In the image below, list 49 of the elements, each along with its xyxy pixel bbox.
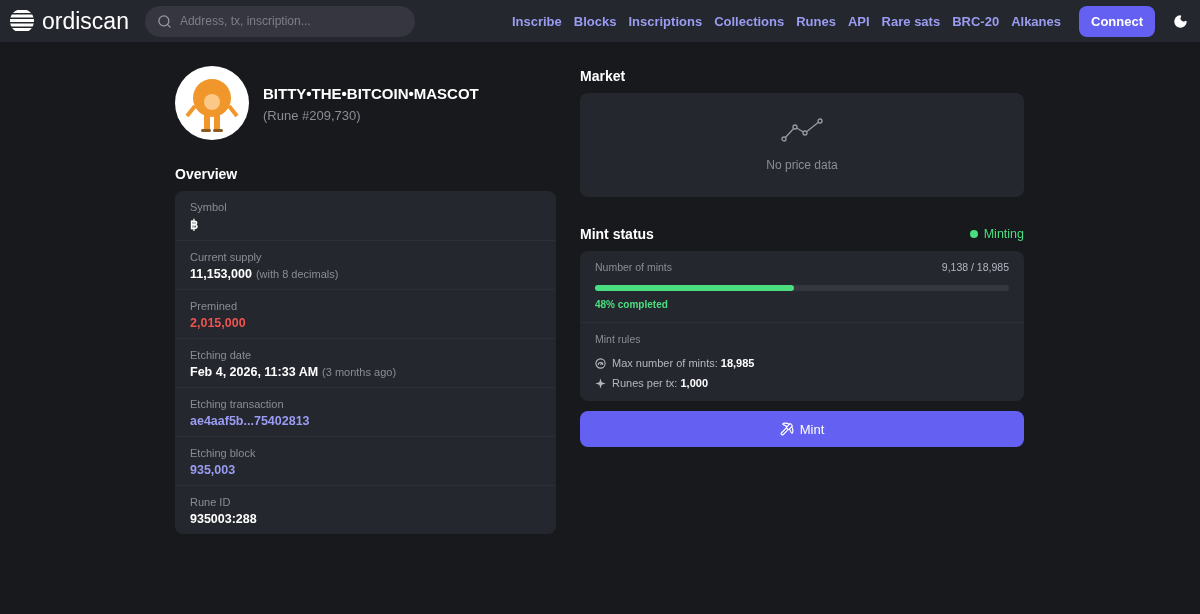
nav-link[interactable]: Collections: [714, 13, 785, 29]
field-value: 11,153,000: [190, 267, 252, 281]
field-note: (3 months ago): [322, 366, 397, 378]
empty-message: No price data: [766, 158, 838, 172]
field-label: Premined: [190, 300, 239, 312]
field-label: Etching date: [190, 349, 253, 361]
line-chart-icon: [781, 118, 823, 142]
field-value: 935003:288: [190, 512, 257, 526]
nav-link[interactable]: BRC-20: [952, 13, 1000, 29]
logo-icon: [10, 9, 34, 33]
search-icon: [156, 13, 172, 29]
sparkle-icon: [595, 377, 606, 389]
nav-link[interactable]: API: [847, 13, 870, 29]
field-label: Current supply: [190, 251, 263, 263]
pickaxe-icon: [779, 422, 794, 436]
progress-text: 48% completed: [595, 299, 669, 310]
field-value: 2,015,000: [190, 316, 246, 330]
mints-count: 9,138 / 18,985: [941, 261, 1009, 273]
connect-button[interactable]: Connect: [1079, 5, 1155, 37]
section-title: Overview: [175, 166, 239, 182]
brand-name: ordiscan: [42, 7, 129, 35]
nav-link[interactable]: Inscribe: [511, 13, 562, 29]
rule-text: Max number of mints: 18,985: [612, 357, 755, 369]
nav-link[interactable]: Inscriptions: [628, 13, 703, 29]
field-value: ฿: [190, 217, 198, 232]
section-title: Mint status: [580, 226, 654, 242]
field-link[interactable]: ae4aaf5b...75402813: [190, 414, 310, 428]
nav-link[interactable]: Runes: [796, 13, 836, 29]
gauge-icon: [595, 357, 606, 369]
mint-button[interactable]: Mint: [580, 411, 1024, 447]
field-label: Etching transaction: [190, 398, 285, 410]
rune-name: BITTY•THE•BITCOIN•MASCOT: [263, 85, 479, 102]
field-note: (with 8 decimals): [255, 268, 339, 280]
status-label: Minting: [983, 227, 1024, 241]
section-title: Market: [580, 68, 627, 84]
field-link[interactable]: 935,003: [190, 463, 236, 477]
theme-toggle-icon[interactable]: [1173, 13, 1188, 29]
rule-text: Runes per tx: 1,000: [612, 377, 708, 389]
field-label: Rune ID: [190, 496, 232, 508]
nav-link[interactable]: Blocks: [573, 13, 617, 29]
field-label: Symbol: [190, 201, 228, 213]
field-value: Feb 4, 2026, 11:33 AM: [190, 365, 319, 379]
rules-title: Mint rules: [595, 333, 642, 345]
nav-link[interactable]: Alkanes: [1011, 13, 1061, 29]
field-label: Etching block: [190, 447, 257, 459]
rune-number: (Rune #209,730): [263, 108, 362, 123]
mints-label: Number of mints: [595, 261, 673, 273]
nav-link[interactable]: Rare sats: [881, 13, 941, 29]
search-field[interactable]: Address, tx, inscription...: [144, 5, 415, 37]
